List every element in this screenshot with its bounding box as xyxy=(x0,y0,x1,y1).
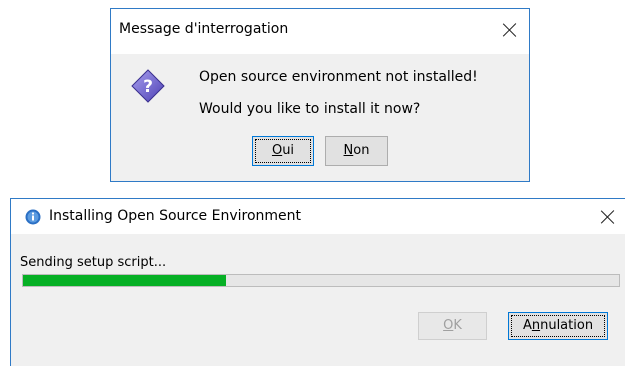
svg-text:?: ? xyxy=(143,77,153,97)
yes-button-label: ui xyxy=(282,143,295,158)
cancel-button-prefix: A xyxy=(522,318,532,333)
ok-button-label: K xyxy=(453,318,462,333)
cancel-button-label: nulation xyxy=(540,318,594,333)
install-status-text: Sending setup script... xyxy=(20,255,167,270)
yes-button-mnemonic: O xyxy=(271,143,283,158)
question-message-line1: Open source environment not installed! xyxy=(199,69,478,85)
cancel-button[interactable]: Annulation xyxy=(508,312,608,340)
question-message-line2: Would you like to install it now? xyxy=(199,101,421,117)
yes-button[interactable]: Oui xyxy=(252,136,314,166)
cancel-button-mnemonic: n xyxy=(531,318,541,333)
question-dialog: Message d'interrogation ? Open source en… xyxy=(110,8,530,182)
install-dialog-titlebar[interactable]: Installing Open Source Environment xyxy=(11,199,625,234)
ok-button[interactable]: OK xyxy=(418,312,487,340)
install-dialog: Installing Open Source Environment Sendi… xyxy=(10,198,625,366)
no-button-label: on xyxy=(353,143,370,158)
no-button[interactable]: Non xyxy=(325,136,388,166)
close-icon[interactable] xyxy=(501,21,519,39)
ok-button-mnemonic: O xyxy=(443,318,454,333)
question-icon: ? xyxy=(131,69,165,103)
install-dialog-title: Installing Open Source Environment xyxy=(49,208,302,224)
question-dialog-title: Message d'interrogation xyxy=(119,21,289,37)
question-dialog-titlebar[interactable]: Message d'interrogation xyxy=(111,9,529,54)
install-progress-bar xyxy=(22,274,620,287)
app-info-icon xyxy=(25,209,41,225)
install-progress-fill xyxy=(23,275,226,286)
close-icon[interactable] xyxy=(599,208,617,226)
no-button-mnemonic: N xyxy=(343,143,354,158)
